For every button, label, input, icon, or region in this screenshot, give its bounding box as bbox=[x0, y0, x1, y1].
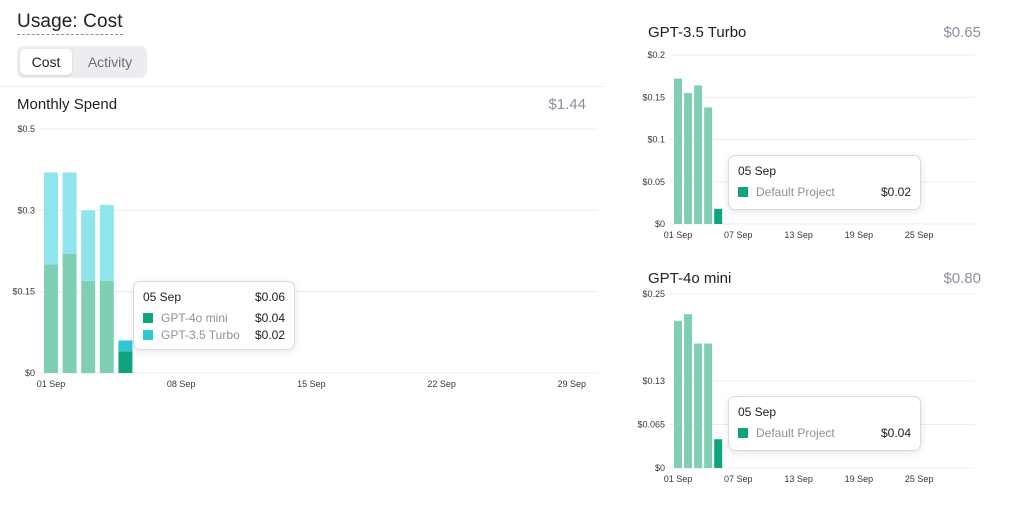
bar-gpt-4o-mini[interactable] bbox=[674, 320, 682, 468]
y-tick-label: $0.3 bbox=[17, 205, 35, 215]
tooltip-series-value: $0.04 bbox=[880, 426, 911, 440]
x-tick-label: 07 Sep bbox=[724, 474, 753, 484]
gpt4o-mini-chart[interactable]: $0 $0.065 $0.13 $0.25 01 Sep 07 Sep 13 Sep 19 S… bbox=[620, 290, 1000, 490]
tab-cost[interactable]: Cost bbox=[20, 49, 72, 75]
y-tick-label: $0 bbox=[655, 463, 665, 473]
square-swatch-icon bbox=[143, 330, 153, 340]
square-swatch-icon bbox=[738, 428, 748, 438]
y-tick-label: $0.15 bbox=[12, 287, 35, 297]
tooltip-series-name: GPT-4o mini bbox=[161, 311, 228, 325]
tooltip-series-value: $0.02 bbox=[880, 185, 911, 199]
gpt4o-mini-tooltip: 05 Sep Default Project $0.04 bbox=[728, 396, 921, 451]
tooltip-series-name: GPT-3.5 Turbo bbox=[161, 328, 240, 342]
gpt4o-mini-total: $0.80 bbox=[943, 270, 981, 287]
tooltip-date: 05 Sep bbox=[143, 290, 182, 304]
tooltip-row-default-project: Default Project $0.02 bbox=[738, 184, 911, 200]
bar-gpt-4o-mini[interactable] bbox=[684, 314, 693, 468]
tooltip-date: 05 Sep bbox=[738, 405, 777, 419]
bar-gpt-4o-mini[interactable] bbox=[118, 351, 133, 373]
y-tick-label: $0 bbox=[25, 368, 35, 378]
bar-gpt-4o-mini[interactable] bbox=[62, 253, 77, 373]
view-toggle: Cost Activity bbox=[17, 46, 147, 78]
gpt35-title: GPT-3.5 Turbo bbox=[648, 24, 747, 41]
x-tick-label: 01 Sep bbox=[664, 230, 693, 240]
bar-gpt-4o-mini[interactable] bbox=[81, 280, 96, 373]
tooltip-total: $0.06 bbox=[254, 290, 285, 304]
bar-gpt-3-5-turbo[interactable] bbox=[704, 107, 713, 224]
tooltip-series-name: Default Project bbox=[756, 426, 835, 440]
bar-gpt-3-5-turbo[interactable] bbox=[118, 340, 133, 352]
y-tick-label: $0 bbox=[655, 219, 665, 229]
y-tick-label: $0.15 bbox=[642, 92, 665, 102]
tooltip-date: 05 Sep bbox=[738, 164, 777, 178]
y-tick-label: $0.05 bbox=[642, 177, 665, 187]
monthly-spend-chart[interactable]: $0 $0.15 $0.3 $0.5 01 Sep 08 Sep 15 Sep 22 Sep 2… bbox=[0, 110, 610, 400]
x-tick-label: 07 Sep bbox=[724, 230, 753, 240]
tooltip-row-default-project: Default Project $0.04 bbox=[738, 425, 911, 441]
y-tick-label: $0.2 bbox=[647, 50, 665, 60]
gpt4o-mini-title: GPT-4o mini bbox=[648, 270, 732, 287]
tooltip-series-name: Default Project bbox=[756, 185, 835, 199]
x-tick-label: 13 Sep bbox=[784, 230, 813, 240]
gpt35-chart[interactable]: $0 $0.05 $0.1 $0.15 $0.2 01 Sep 07 Sep 13 Sep 19… bbox=[620, 44, 1000, 244]
gpt35-total: $0.65 bbox=[943, 24, 981, 41]
bar-gpt-4o-mini[interactable] bbox=[704, 343, 713, 468]
bar-gpt-4o-mini[interactable] bbox=[714, 439, 723, 468]
x-tick-label: 15 Sep bbox=[297, 379, 326, 389]
page-title: Usage: Cost bbox=[17, 11, 123, 35]
y-tick-label: $0.1 bbox=[647, 135, 665, 145]
x-tick-label: 25 Sep bbox=[905, 230, 934, 240]
gpt35-tooltip: 05 Sep Default Project $0.02 bbox=[728, 155, 921, 210]
y-tick-label: $0.25 bbox=[642, 290, 665, 299]
bar-gpt-3-5-turbo[interactable] bbox=[62, 172, 77, 254]
x-tick-label: 13 Sep bbox=[784, 474, 813, 484]
square-swatch-icon bbox=[143, 313, 153, 323]
bar-gpt-3-5-turbo[interactable] bbox=[44, 172, 58, 265]
bar-gpt-3-5-turbo[interactable] bbox=[684, 93, 693, 225]
bar-gpt-3-5-turbo[interactable] bbox=[714, 208, 723, 224]
bar-gpt-3-5-turbo[interactable] bbox=[674, 78, 682, 224]
bar-gpt-3-5-turbo[interactable] bbox=[81, 210, 96, 281]
bar-gpt-4o-mini[interactable] bbox=[694, 343, 703, 468]
x-tick-label: 29 Sep bbox=[558, 379, 587, 389]
x-tick-label: 19 Sep bbox=[845, 230, 874, 240]
header-divider bbox=[0, 86, 604, 87]
y-tick-label: $0.13 bbox=[642, 376, 665, 386]
tooltip-row-gpt35: GPT-3.5 Turbo $0.02 bbox=[143, 327, 285, 343]
tab-activity[interactable]: Activity bbox=[75, 49, 145, 75]
x-tick-label: 08 Sep bbox=[167, 379, 196, 389]
y-tick-label: $0.065 bbox=[637, 420, 665, 430]
y-tick-label: $0.5 bbox=[17, 124, 35, 134]
tooltip-row-gpt4o-mini: GPT-4o mini $0.04 bbox=[143, 310, 285, 326]
bar-gpt-4o-mini[interactable] bbox=[99, 280, 114, 373]
x-tick-label: 19 Sep bbox=[845, 474, 874, 484]
monthly-tooltip: 05 Sep $0.06 GPT-4o mini $0.04 GPT-3.5 T… bbox=[133, 281, 295, 350]
bar-gpt-3-5-turbo[interactable] bbox=[694, 85, 703, 224]
tooltip-series-value: $0.04 bbox=[254, 311, 285, 325]
x-tick-label: 01 Sep bbox=[37, 379, 66, 389]
bar-gpt-3-5-turbo[interactable] bbox=[99, 204, 114, 281]
x-tick-label: 22 Sep bbox=[427, 379, 456, 389]
square-swatch-icon bbox=[738, 187, 748, 197]
tooltip-series-value: $0.02 bbox=[254, 328, 285, 342]
bar-gpt-4o-mini[interactable] bbox=[44, 264, 58, 373]
x-tick-label: 01 Sep bbox=[664, 474, 693, 484]
x-tick-label: 25 Sep bbox=[905, 474, 934, 484]
